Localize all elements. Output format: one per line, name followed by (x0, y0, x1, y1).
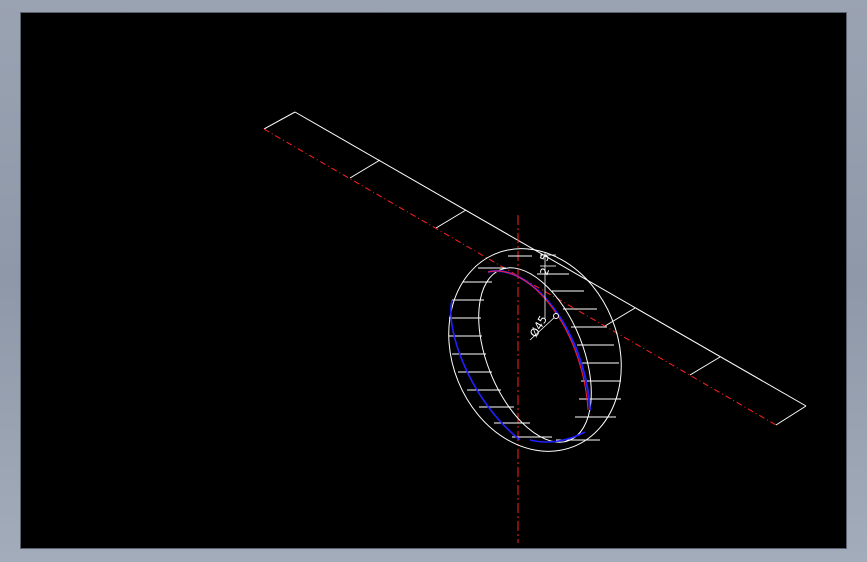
cad-drawing: 5 2 Ø45 (263, 111, 807, 543)
dimension-point (553, 313, 559, 319)
ring-outer-highlight-blue (450, 299, 521, 441)
strip-divider-3 (604, 307, 636, 327)
dimension-diameter-text: Ø45 (527, 313, 550, 339)
ring-hatching (449, 255, 621, 441)
strip-right-end (775, 405, 807, 426)
strip-divider-2 (435, 209, 467, 229)
strip-divider-1 (349, 159, 381, 179)
shaft-strip (263, 111, 807, 426)
ring-part (448, 248, 622, 452)
strip-divider-4 (689, 356, 721, 376)
ring-outer-edge (448, 248, 622, 452)
strip-left-end (263, 111, 296, 130)
